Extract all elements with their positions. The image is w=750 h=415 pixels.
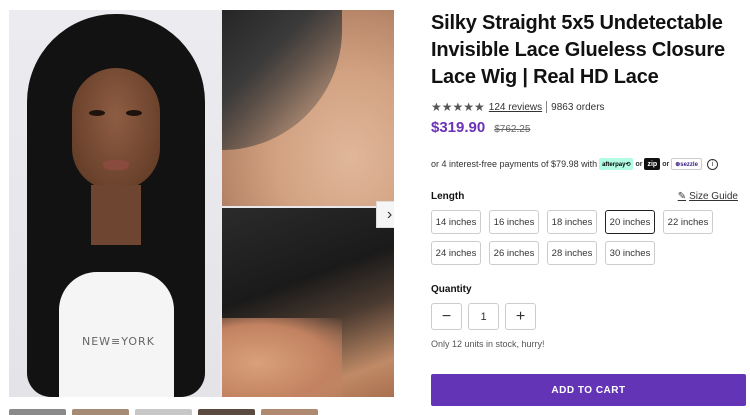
length-header: Length ✎ Size Guide [431, 191, 747, 202]
rating-row: ★★★★★ 124 reviews 9863 orders [431, 100, 747, 114]
thumbnail-strip [9, 409, 329, 415]
length-option-26[interactable]: 26 inches [489, 241, 539, 265]
quantity-input[interactable]: 1 [468, 303, 499, 330]
afterpay-logo: afterpay⟲ [599, 158, 634, 170]
add-to-cart-button[interactable]: ADD TO CART [431, 374, 746, 406]
zip-logo: zip [644, 158, 661, 170]
quantity-label: Quantity [431, 284, 472, 295]
orders-count: 9863 orders [551, 101, 605, 113]
thumbnail[interactable] [9, 409, 66, 415]
or-label: or [635, 160, 643, 168]
length-option-22[interactable]: 22 inches [663, 210, 713, 234]
reviews-link[interactable]: 124 reviews [489, 102, 542, 113]
lace-closeup-image[interactable] [222, 208, 394, 397]
gallery-next-arrow[interactable]: › [376, 201, 394, 228]
length-option-16[interactable]: 16 inches [489, 210, 539, 234]
length-label: Length [431, 191, 465, 202]
size-guide-link[interactable]: ✎ Size Guide [678, 191, 738, 202]
length-option-18[interactable]: 18 inches [547, 210, 597, 234]
divider [546, 101, 548, 113]
product-info: Silky Straight 5x5 Undetectable Invisibl… [431, 10, 747, 349]
model-eye-left [89, 110, 105, 116]
length-option-30[interactable]: 30 inches [605, 241, 655, 265]
product-gallery: NEW≡YORK › [9, 10, 394, 397]
ruler-icon: ✎ [677, 191, 687, 202]
product-main-image[interactable]: NEW≡YORK [9, 10, 220, 397]
current-price: $319.90 [431, 119, 486, 136]
stock-note: Only 12 units in stock, hurry! [431, 339, 545, 349]
installment-text: or 4 interest-free payments of $79.98 wi… [431, 159, 598, 169]
original-price: $762.25 [494, 124, 531, 135]
hairline-hair [222, 10, 342, 150]
quantity-increase-button[interactable]: + [505, 303, 536, 330]
lace-skin [222, 318, 342, 397]
length-option-24[interactable]: 24 inches [431, 241, 481, 265]
or-label: or [662, 160, 670, 168]
length-option-28[interactable]: 28 inches [547, 241, 597, 265]
thumbnail[interactable] [72, 409, 129, 415]
shirt-print: NEW≡YORK [82, 335, 155, 348]
quantity-stepper: − 1 + [431, 303, 747, 330]
thumbnail[interactable] [198, 409, 255, 415]
model-face [72, 68, 160, 190]
product-title: Silky Straight 5x5 Undetectable Invisibl… [431, 12, 725, 88]
sezzle-logo: ⊛sezzle [671, 158, 702, 170]
model-neck [91, 185, 141, 245]
thumbnail[interactable] [135, 409, 192, 415]
installment-row: or 4 interest-free payments of $79.98 wi… [431, 158, 747, 170]
model-lips [103, 160, 129, 170]
length-option-20[interactable]: 20 inches [605, 210, 655, 234]
size-guide-label: Size Guide [689, 191, 738, 202]
thumbnail[interactable] [261, 409, 318, 415]
price-row: $319.90 $762.25 [431, 119, 747, 136]
hairline-closeup-image[interactable] [222, 10, 394, 206]
star-rating-icon: ★★★★★ [431, 100, 485, 114]
info-icon[interactable]: i [706, 158, 718, 170]
length-option-14[interactable]: 14 inches [431, 210, 481, 234]
quantity-decrease-button[interactable]: − [431, 303, 462, 330]
model-eye-right [126, 110, 142, 116]
length-options: 14 inches 16 inches 18 inches 20 inches … [431, 210, 747, 265]
